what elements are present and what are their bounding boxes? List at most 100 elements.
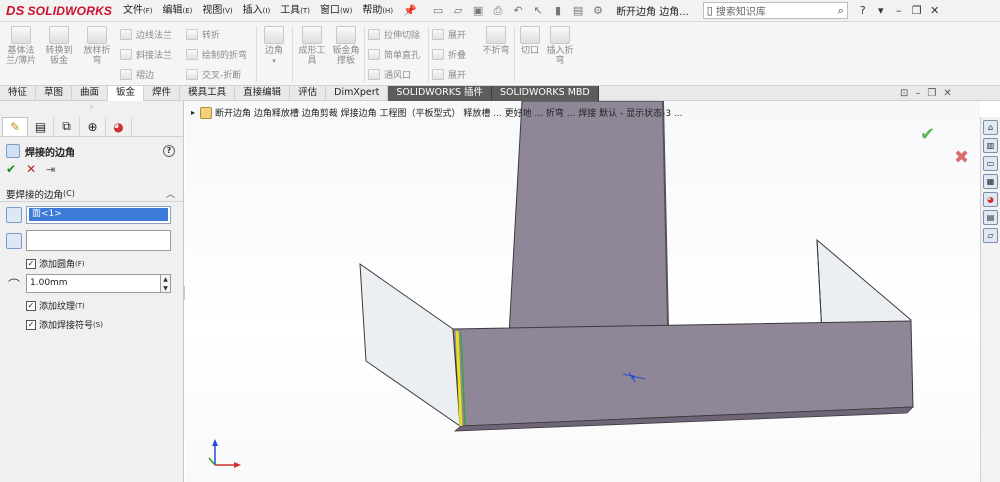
- property-manager-icon[interactable]: ▤: [28, 117, 54, 136]
- menu-view[interactable]: 视图(V): [197, 0, 237, 22]
- sketched-bend-tool[interactable]: 绘制的折弯: [186, 48, 247, 61]
- feature-manager-icon[interactable]: ✎: [2, 117, 28, 136]
- edge-flange-tool[interactable]: 边线法兰: [120, 28, 172, 41]
- close-icon[interactable]: ✕: [926, 4, 944, 17]
- confirm-ok-icon[interactable]: ✔: [920, 124, 935, 145]
- face-selection-box[interactable]: 面<1>: [26, 206, 171, 224]
- add-fillet-checkbox[interactable]: ✓: [26, 258, 36, 269]
- miter-flange-tool[interactable]: 斜接法兰: [120, 48, 172, 61]
- tab-dimxpert[interactable]: DimXpert: [326, 86, 389, 101]
- custom-properties-icon[interactable]: ▤: [983, 210, 998, 225]
- cross-break-tool[interactable]: 交叉-折断: [186, 68, 241, 81]
- left-flange-face[interactable]: [359, 262, 461, 428]
- corner-to-weld-group-header[interactable]: 要焊接的边角 (C) ︿: [0, 186, 183, 202]
- view-palette-icon[interactable]: ▦: [983, 174, 998, 189]
- fillet-radius-spinner[interactable]: ▲ ▼: [161, 274, 171, 293]
- simple-hole-tool[interactable]: 简单直孔: [368, 48, 420, 61]
- fold-tool[interactable]: 折叠: [432, 48, 466, 61]
- help-icon[interactable]: ?: [163, 145, 175, 157]
- vent-tool[interactable]: 通风口: [368, 68, 411, 81]
- base-flange-tool[interactable]: 基体法 兰/薄片: [4, 26, 38, 66]
- help-dropdown-icon[interactable]: ▾: [872, 4, 890, 17]
- viewport-restore-icon[interactable]: ❐: [927, 88, 936, 99]
- extruded-cut-tool[interactable]: 拉伸切除: [368, 28, 420, 41]
- menu-file[interactable]: 文件(F): [118, 0, 158, 22]
- add-weld-symbol-checkbox[interactable]: ✓: [26, 319, 36, 330]
- help-icon[interactable]: ?: [854, 4, 872, 17]
- rip-tool[interactable]: 切口: [518, 26, 542, 56]
- menu-edit[interactable]: 编辑(E): [158, 0, 198, 22]
- file-properties-icon[interactable]: ▤: [570, 3, 586, 19]
- viewport-close-icon[interactable]: ✕: [943, 88, 951, 99]
- feature-breadcrumb[interactable]: ▸ 断开边角 边角释放槽 边角剪裁 焊接边角 工程图（平板型式） 释放槽 ...…: [191, 106, 682, 119]
- corners-tool[interactable]: 边角 ▾: [260, 26, 288, 66]
- tab-direct-editing[interactable]: 直接编辑: [235, 86, 291, 101]
- viewport-minimize-icon[interactable]: –: [915, 88, 920, 99]
- print-icon[interactable]: ⎙: [490, 3, 506, 19]
- cancel-x-icon[interactable]: ✕: [26, 162, 36, 176]
- design-library-icon[interactable]: ▥: [983, 138, 998, 153]
- save-icon[interactable]: ▣: [470, 3, 486, 19]
- corners-dropdown-icon[interactable]: ▾: [260, 56, 288, 66]
- breadcrumb-expand-icon[interactable]: ▸: [191, 108, 195, 117]
- undo-icon[interactable]: ↶: [510, 3, 526, 19]
- knowledge-search-box[interactable]: ▯ 搜索知识库 ⌕: [702, 2, 848, 19]
- selected-face-item[interactable]: 面<1>: [29, 208, 168, 221]
- new-document-icon[interactable]: ▭: [430, 3, 446, 19]
- back-plate-face[interactable]: [508, 101, 669, 336]
- right-flange-face[interactable]: [816, 238, 912, 335]
- search-input[interactable]: 搜索知识库: [713, 3, 838, 18]
- tab-features[interactable]: 特征: [0, 86, 37, 101]
- tab-sketch[interactable]: 草图: [36, 86, 73, 101]
- tab-weldments[interactable]: 焊件: [144, 86, 181, 101]
- pin-menu-icon[interactable]: 📌: [402, 4, 418, 17]
- pushpin-icon[interactable]: ⇥: [46, 163, 55, 176]
- jog-tool[interactable]: 转折: [186, 28, 220, 41]
- tab-evaluate[interactable]: 评估: [290, 86, 327, 101]
- menu-insert[interactable]: 插入(I): [238, 0, 276, 22]
- fillet-radius-input[interactable]: 1.00mm: [26, 274, 161, 293]
- tab-surfaces[interactable]: 曲面: [72, 86, 109, 101]
- no-bends-tool[interactable]: 不折弯: [480, 26, 512, 56]
- open-folder-icon[interactable]: ▱: [450, 3, 466, 19]
- tab-solidworks-mbd[interactable]: SOLIDWORKS MBD: [492, 86, 599, 101]
- sheetmetal-model[interactable]: [185, 101, 980, 482]
- convert-to-sheetmetal-tool[interactable]: 转换到 钣金: [42, 26, 76, 66]
- chevron-up-icon[interactable]: ︿: [166, 187, 175, 200]
- viewport-expand-icon[interactable]: ⊡: [900, 88, 908, 99]
- panel-collapse-handle[interactable]: ◦: [0, 101, 183, 117]
- configuration-manager-icon[interactable]: ⧉: [54, 117, 80, 136]
- unfold-tool[interactable]: 展开: [432, 28, 466, 41]
- graphics-area[interactable]: ▸ 断开边角 边角释放槽 边角剪裁 焊接边角 工程图（平板型式） 释放槽 ...…: [185, 101, 980, 482]
- menu-tools[interactable]: 工具(T): [275, 0, 315, 22]
- file-explorer-icon[interactable]: ▭: [983, 156, 998, 171]
- menu-help[interactable]: 帮助(H): [357, 0, 398, 22]
- flatten-tool[interactable]: 展开: [432, 68, 466, 81]
- add-fillet-row[interactable]: ✓ 添加圆角 (F): [0, 257, 183, 270]
- dimxpert-manager-icon[interactable]: ⊕: [80, 117, 106, 136]
- coordinate-triad[interactable]: [208, 439, 241, 468]
- ok-check-icon[interactable]: ✔: [6, 162, 16, 176]
- select-cursor-icon[interactable]: ↖: [530, 3, 546, 19]
- options-gear-icon[interactable]: ⚙: [590, 3, 606, 19]
- tab-sheet-metal[interactable]: 钣金: [108, 86, 145, 101]
- display-manager-icon[interactable]: ◕: [106, 117, 132, 136]
- rebuild-icon[interactable]: ▮: [550, 3, 566, 19]
- add-weld-symbol-row[interactable]: ✓ 添加焊接符号 (S): [0, 318, 183, 331]
- tab-solidworks-addins[interactable]: SOLIDWORKS 插件: [388, 86, 493, 101]
- restore-icon[interactable]: ❐: [908, 4, 926, 17]
- search-icon[interactable]: ⌕: [838, 4, 844, 18]
- forum-icon[interactable]: ▱: [983, 228, 998, 243]
- tab-mold-tools[interactable]: 模具工具: [180, 86, 236, 101]
- appearances-icon[interactable]: ◕: [983, 192, 998, 207]
- forming-tool[interactable]: 成形工 具: [296, 26, 328, 66]
- sheetmetal-gusset-tool[interactable]: 钣金角 撑板: [330, 26, 362, 66]
- add-texture-row[interactable]: ✓ 添加纹理 (T): [0, 299, 183, 312]
- lofted-bend-tool[interactable]: 放样折 弯: [80, 26, 114, 66]
- add-texture-checkbox[interactable]: ✓: [26, 300, 36, 311]
- insert-bends-tool[interactable]: 插入折 弯: [544, 26, 576, 66]
- confirm-cancel-icon[interactable]: ✖: [954, 147, 969, 168]
- hem-tool[interactable]: 褶边: [120, 68, 154, 81]
- stopping-face-box[interactable]: [26, 230, 171, 251]
- minimize-icon[interactable]: –: [890, 4, 908, 17]
